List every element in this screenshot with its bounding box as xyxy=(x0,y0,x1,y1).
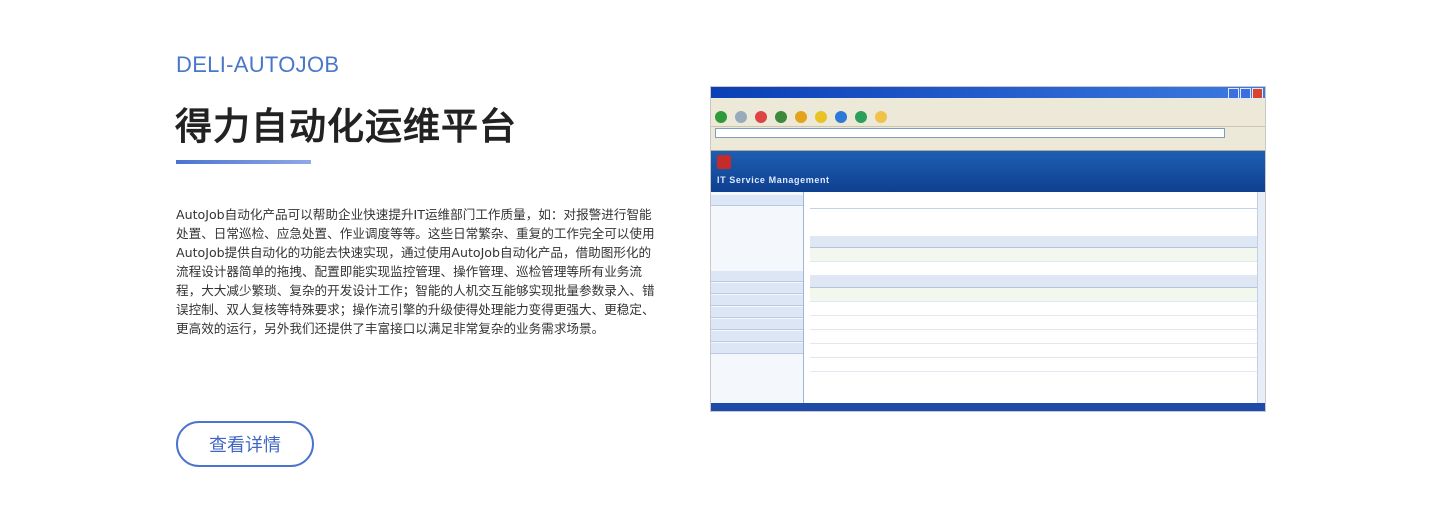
app-banner: IT Service Management xyxy=(711,151,1265,193)
scrollbar xyxy=(1257,192,1265,403)
eyebrow-label: DELI-AUTOJOB xyxy=(176,52,340,77)
sidebar-item xyxy=(711,206,803,214)
sidebar-item xyxy=(711,222,803,230)
summary-cards xyxy=(810,219,1261,222)
sidebar-item xyxy=(711,238,803,246)
maximize-icon xyxy=(1240,88,1251,99)
refresh-icon xyxy=(775,111,787,123)
back-icon xyxy=(715,111,727,123)
sidebar-item xyxy=(711,214,803,222)
sidebar-section xyxy=(711,295,803,306)
product-description: AutoJob自动化产品可以帮助企业快速提升IT运维部门工作质量，如：对报警进行… xyxy=(176,207,655,336)
app-body xyxy=(711,192,1265,411)
favorites-icon xyxy=(815,111,827,123)
table-row xyxy=(810,301,1261,316)
window-controls xyxy=(1228,88,1263,99)
window-titlebar xyxy=(711,87,1265,99)
summary-card xyxy=(1200,219,1261,222)
table-row xyxy=(810,315,1261,330)
page-title: 得力自动化运维平台 xyxy=(175,105,517,148)
sidebar-section xyxy=(711,195,803,206)
summary-card xyxy=(875,219,936,222)
app-main xyxy=(804,192,1265,411)
work-table xyxy=(810,236,1261,372)
stop-icon xyxy=(755,111,767,123)
table-header-row xyxy=(810,236,1261,248)
summary-card xyxy=(1070,219,1131,222)
close-icon xyxy=(1252,88,1263,99)
status-bar xyxy=(711,403,1265,411)
summary-card xyxy=(940,219,1001,222)
folder-icon xyxy=(875,111,887,123)
media-icon xyxy=(835,111,847,123)
table-row xyxy=(810,261,1261,276)
org-logo-icon xyxy=(717,155,731,169)
sidebar-section xyxy=(711,283,803,294)
history-icon xyxy=(855,111,867,123)
view-details-button[interactable]: 查看详情 xyxy=(176,421,314,467)
address-input xyxy=(715,127,1225,138)
minimize-icon xyxy=(1228,88,1239,99)
menu-bar xyxy=(711,98,1265,108)
banner-title: IT Service Management xyxy=(717,175,830,185)
sidebar-section xyxy=(711,331,803,342)
sidebar-item xyxy=(711,262,803,270)
app-sidebar xyxy=(711,192,804,411)
title-underline xyxy=(176,160,311,164)
forward-icon xyxy=(735,111,747,123)
table-row xyxy=(810,357,1261,372)
browser-toolbar xyxy=(711,108,1265,127)
sidebar-section xyxy=(711,307,803,318)
table-row xyxy=(810,329,1261,344)
sidebar-section xyxy=(711,343,803,354)
address-bar xyxy=(711,127,1265,138)
table-header-row xyxy=(810,275,1261,288)
summary-card xyxy=(1005,219,1066,222)
table-row xyxy=(810,343,1261,358)
table-group-row xyxy=(810,287,1261,302)
product-screenshot: IT Service Management xyxy=(710,86,1266,412)
table-group-row xyxy=(810,247,1261,262)
search-toolbar xyxy=(711,138,1265,151)
sidebar-section xyxy=(711,319,803,330)
summary-card xyxy=(1135,219,1196,222)
sidebar-item xyxy=(711,230,803,238)
sidebar-item xyxy=(711,246,803,254)
home-icon xyxy=(795,111,807,123)
sidebar-item xyxy=(711,254,803,262)
summary-card xyxy=(810,219,871,222)
app-page-title xyxy=(810,196,1261,209)
sidebar-section xyxy=(711,271,803,282)
